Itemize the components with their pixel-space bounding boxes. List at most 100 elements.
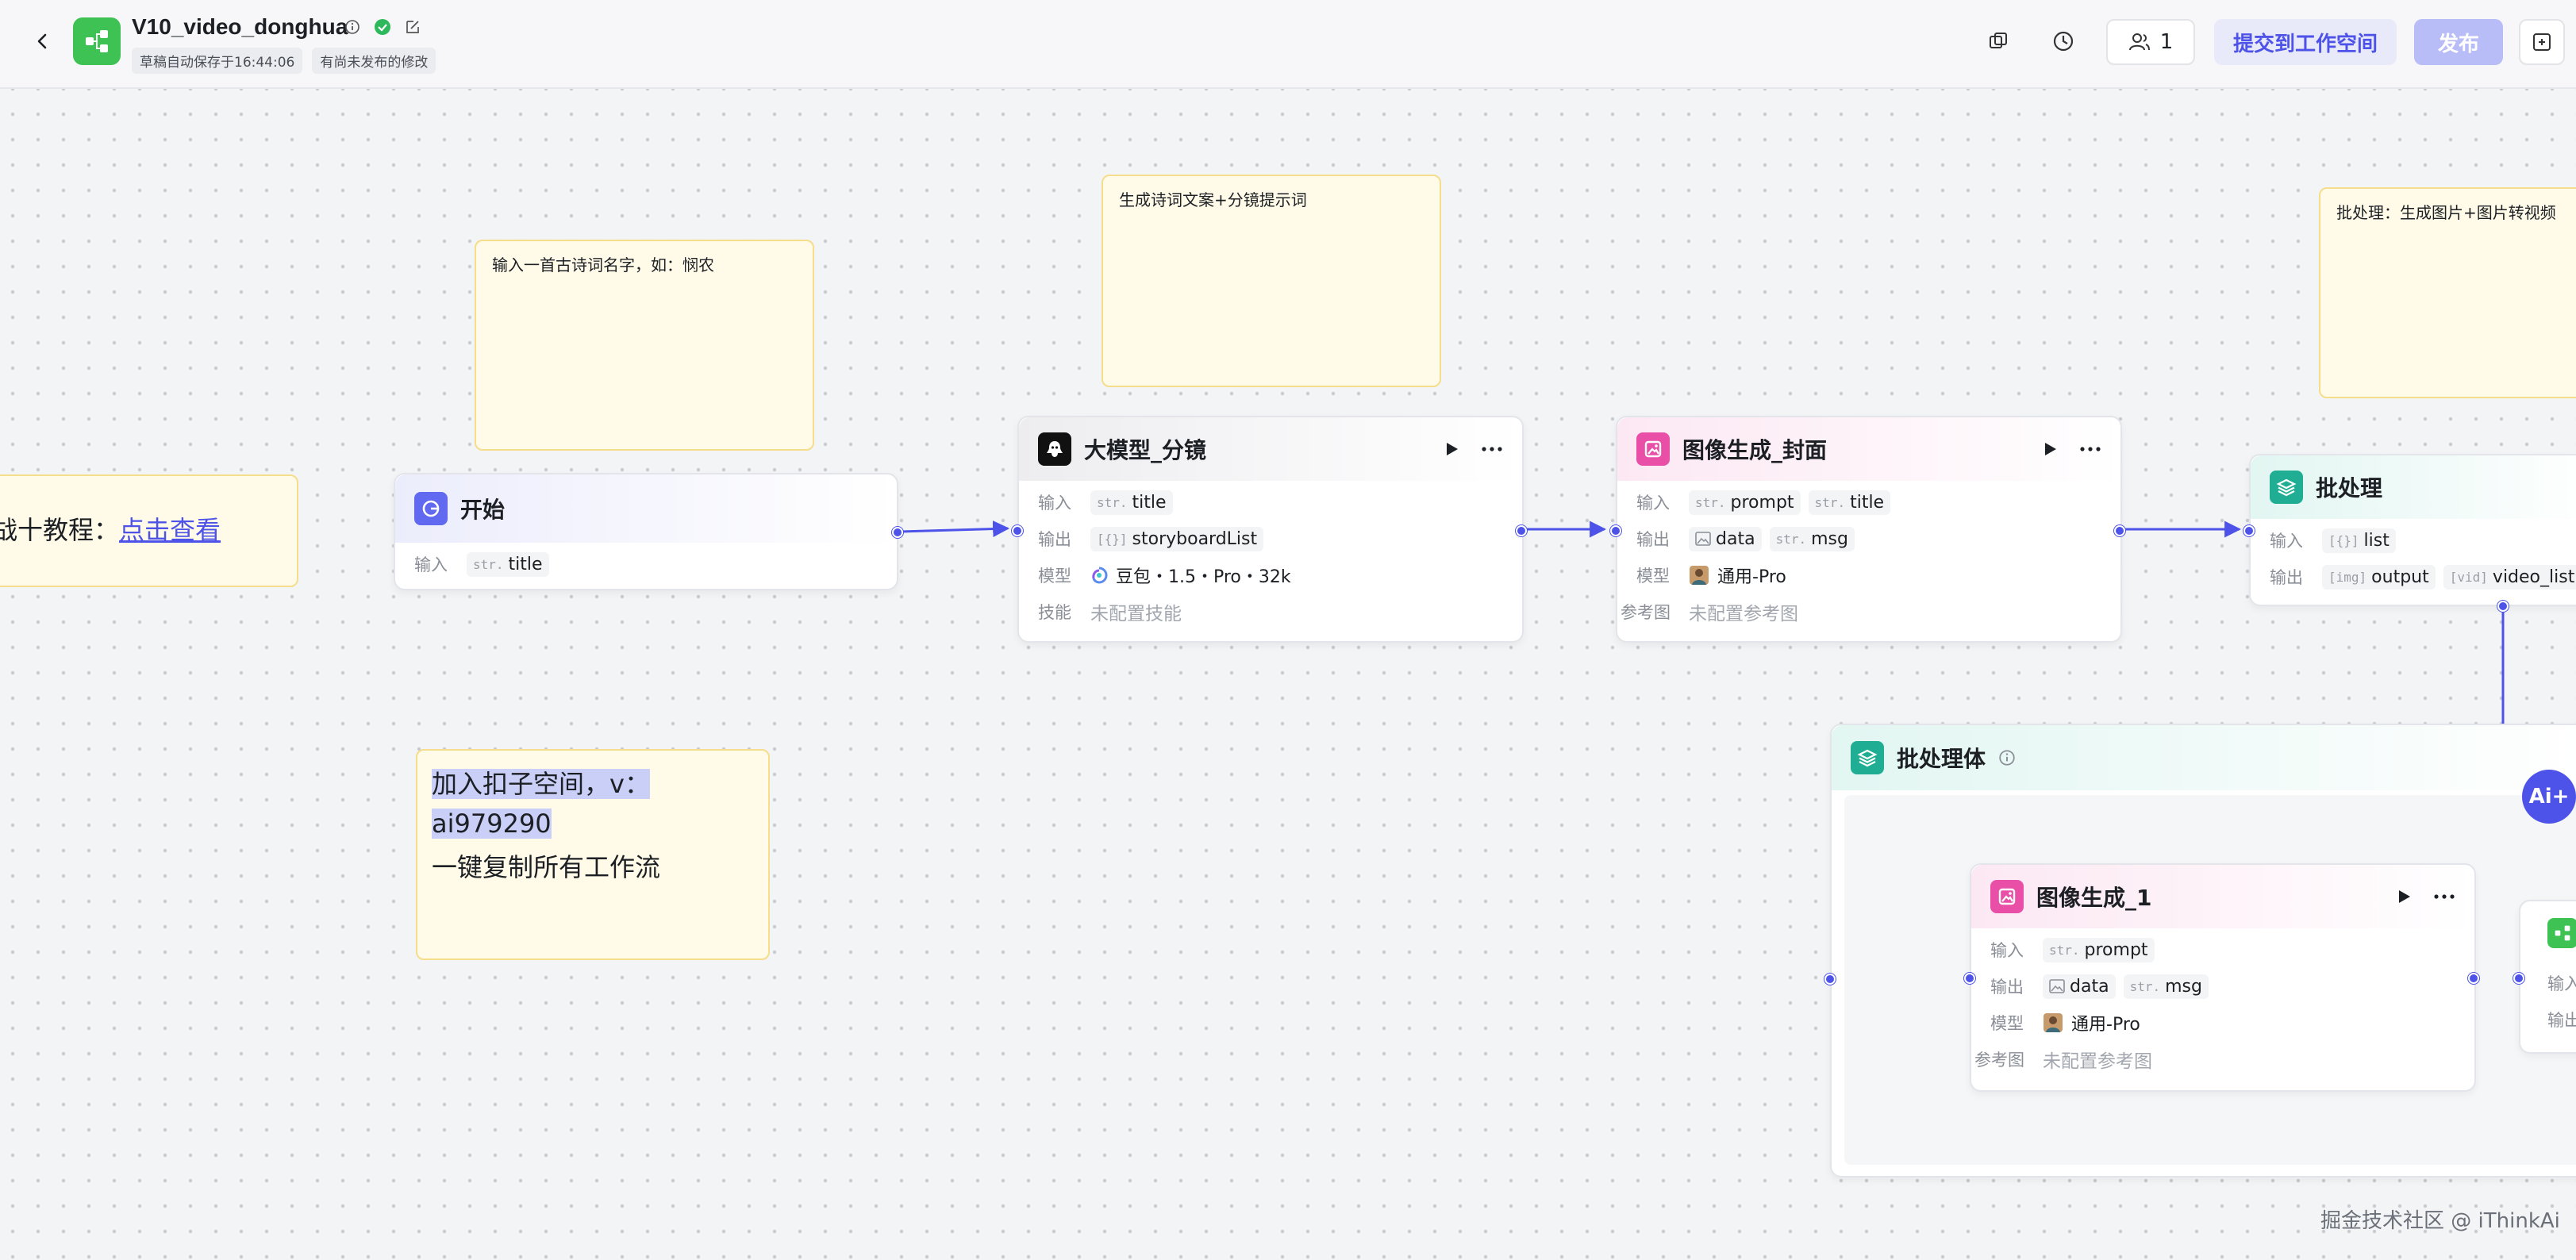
run-icon[interactable] (2041, 440, 2059, 458)
param-name: prompt (2084, 939, 2148, 960)
input-port[interactable] (1012, 525, 1023, 536)
more-options-icon[interactable] (1481, 446, 1503, 452)
input-port[interactable] (1964, 973, 1975, 984)
tutorial-link[interactable]: 点击查看 (119, 511, 221, 551)
reference-label: 参考图 (1621, 603, 1671, 622)
reference-value: 未配置参考图 (2043, 1051, 2152, 1072)
input-port[interactable] (2513, 973, 2524, 984)
param-name: data (1716, 528, 1755, 549)
input-label: 输入 (1038, 494, 1071, 513)
model-avatar-icon (2043, 1013, 2063, 1032)
model-name: 豆包・1.5・Pro・32k (1116, 567, 1291, 587)
type-tag: str. (1775, 531, 1807, 547)
type-tag: str. (473, 556, 504, 572)
skill-value: 未配置技能 (1090, 604, 1182, 624)
param-name: data (2070, 976, 2109, 997)
output-label: 输出 (1038, 530, 1071, 549)
batch-hint-text: 批处理：生成图片+图片转视频 (2336, 203, 2556, 222)
body-start-port[interactable] (1824, 974, 1836, 985)
input-label: 输入 (2547, 974, 2576, 993)
llm-storyboard-node[interactable]: 大模型_分镜 输入 str. title 输出 [{}] storyboardLis… (1012, 416, 1527, 643)
output-label: 输出 (1636, 530, 1670, 549)
batch-layers-icon (2270, 471, 2303, 504)
run-icon[interactable] (1443, 440, 1460, 458)
node-title: 批处理体 (1897, 746, 1986, 772)
input-port[interactable] (2243, 525, 2255, 536)
node-title: 开始 (460, 497, 506, 523)
output-param-chip: data (2043, 974, 2116, 999)
param-name: output (2371, 567, 2429, 587)
image-type-icon (1695, 532, 1711, 546)
type-tag: str. (1695, 494, 1726, 510)
param-name: prompt (1730, 492, 1794, 513)
input-label: 输入 (1636, 494, 1670, 513)
more-options-icon[interactable] (2433, 893, 2455, 900)
batch-layers-icon (1851, 741, 1884, 774)
join-line-2: ai979290 (432, 808, 552, 839)
model-value: 通用-Pro (1689, 563, 1786, 588)
generate-hint-note: 生成诗词文案+分镜提示词 (1102, 175, 1441, 387)
output-port[interactable] (892, 527, 903, 538)
model-avatar-icon (1690, 566, 1709, 585)
type-tag: str. (2049, 942, 2080, 958)
model-label: 模型 (1990, 1014, 2024, 1033)
image-type-icon (2049, 979, 2065, 993)
join-line-3: 一键复制所有工作流 (432, 852, 661, 883)
info-icon[interactable] (1998, 749, 2016, 766)
ai-assistant-button[interactable]: Ai+ (2522, 770, 2576, 824)
output-port[interactable] (1516, 525, 1527, 536)
node-title: 图像生成_1 (2036, 885, 2152, 911)
input-label: 输入 (1990, 941, 2024, 960)
model-name: 通用-Pro (1717, 567, 1786, 587)
run-icon[interactable] (2395, 888, 2413, 905)
output-param-chip: str. msg (2123, 974, 2209, 999)
tutorial-note: 战十教程： 点击查看 (0, 474, 298, 587)
generate-hint-text: 生成诗词文案+分镜提示词 (1119, 190, 1307, 209)
input-param-chip: str. title (467, 551, 549, 577)
input-param-chip: str. prompt (2043, 937, 2155, 962)
model-label: 模型 (1038, 567, 1071, 586)
reference-label: 参考图 (1974, 1051, 2024, 1070)
image-gen-cover-node[interactable]: 图像生成_封面 输入 str. prompt str. title 输出 data … (1610, 416, 2125, 643)
node-title: 批处理 (2316, 475, 2383, 501)
param-name: msg (1811, 528, 1848, 549)
input-param-chip: str. title (1090, 490, 1173, 515)
start-icon (414, 492, 448, 525)
output-port[interactable] (2114, 525, 2125, 536)
input-label: 输入 (2270, 532, 2303, 551)
more-options-icon[interactable] (2079, 446, 2101, 452)
start-node[interactable]: 开始 输入 str. title (394, 473, 903, 590)
batch-body-port[interactable] (2497, 601, 2509, 612)
next-node-partial[interactable]: 输入 输出 (2513, 900, 2576, 1054)
type-tag: str. (1814, 494, 1846, 510)
reference-value: 未配置参考图 (1689, 604, 1798, 624)
type-tag: str. (1097, 494, 1128, 510)
input-port[interactable] (1610, 525, 1621, 536)
image-gen-icon (1636, 432, 1670, 466)
type-tag: [vid] (2449, 569, 2488, 585)
batch-node[interactable]: 批处理 输入 [{}] list 输出 [img] output [vid] vide… (2243, 454, 2576, 612)
type-tag: [{}] (1097, 531, 1128, 547)
input-hint-note: 输入一首古诗词名字，如：悯农 (475, 240, 814, 451)
model-name: 通用-Pro (2071, 1015, 2140, 1035)
output-param-chip: [{}] storyboardList (1090, 526, 1264, 551)
param-name: list (2363, 530, 2390, 551)
model-label: 模型 (1636, 567, 1670, 586)
model-value: 豆包・1.5・Pro・32k (1090, 563, 1291, 588)
output-label: 输出 (1990, 978, 2024, 997)
input-label: 输入 (414, 555, 448, 574)
image-gen-1-node[interactable]: 图像生成_1 输入 str. prompt 输出 data str. msg 模型 … (1964, 863, 2479, 1092)
type-tag: [{}] (2328, 532, 2359, 548)
type-tag: str. (2129, 978, 2161, 994)
output-param-chip: str. msg (1769, 526, 1855, 551)
tutorial-text: 战十教程： (0, 515, 120, 546)
output-port[interactable] (2468, 973, 2479, 984)
input-param-chip: str. title (1808, 490, 1891, 515)
node-title: 大模型_分镜 (1084, 437, 1207, 463)
param-name: title (1850, 492, 1885, 513)
edge-start-to-llm (899, 521, 1010, 538)
param-name: storyboardList (1132, 528, 1258, 549)
model-value: 通用-Pro (2043, 1010, 2140, 1035)
join-space-note: 加入扣子空间，v： ai979290 一键复制所有工作流 (416, 749, 770, 960)
param-name: msg (2165, 976, 2202, 997)
